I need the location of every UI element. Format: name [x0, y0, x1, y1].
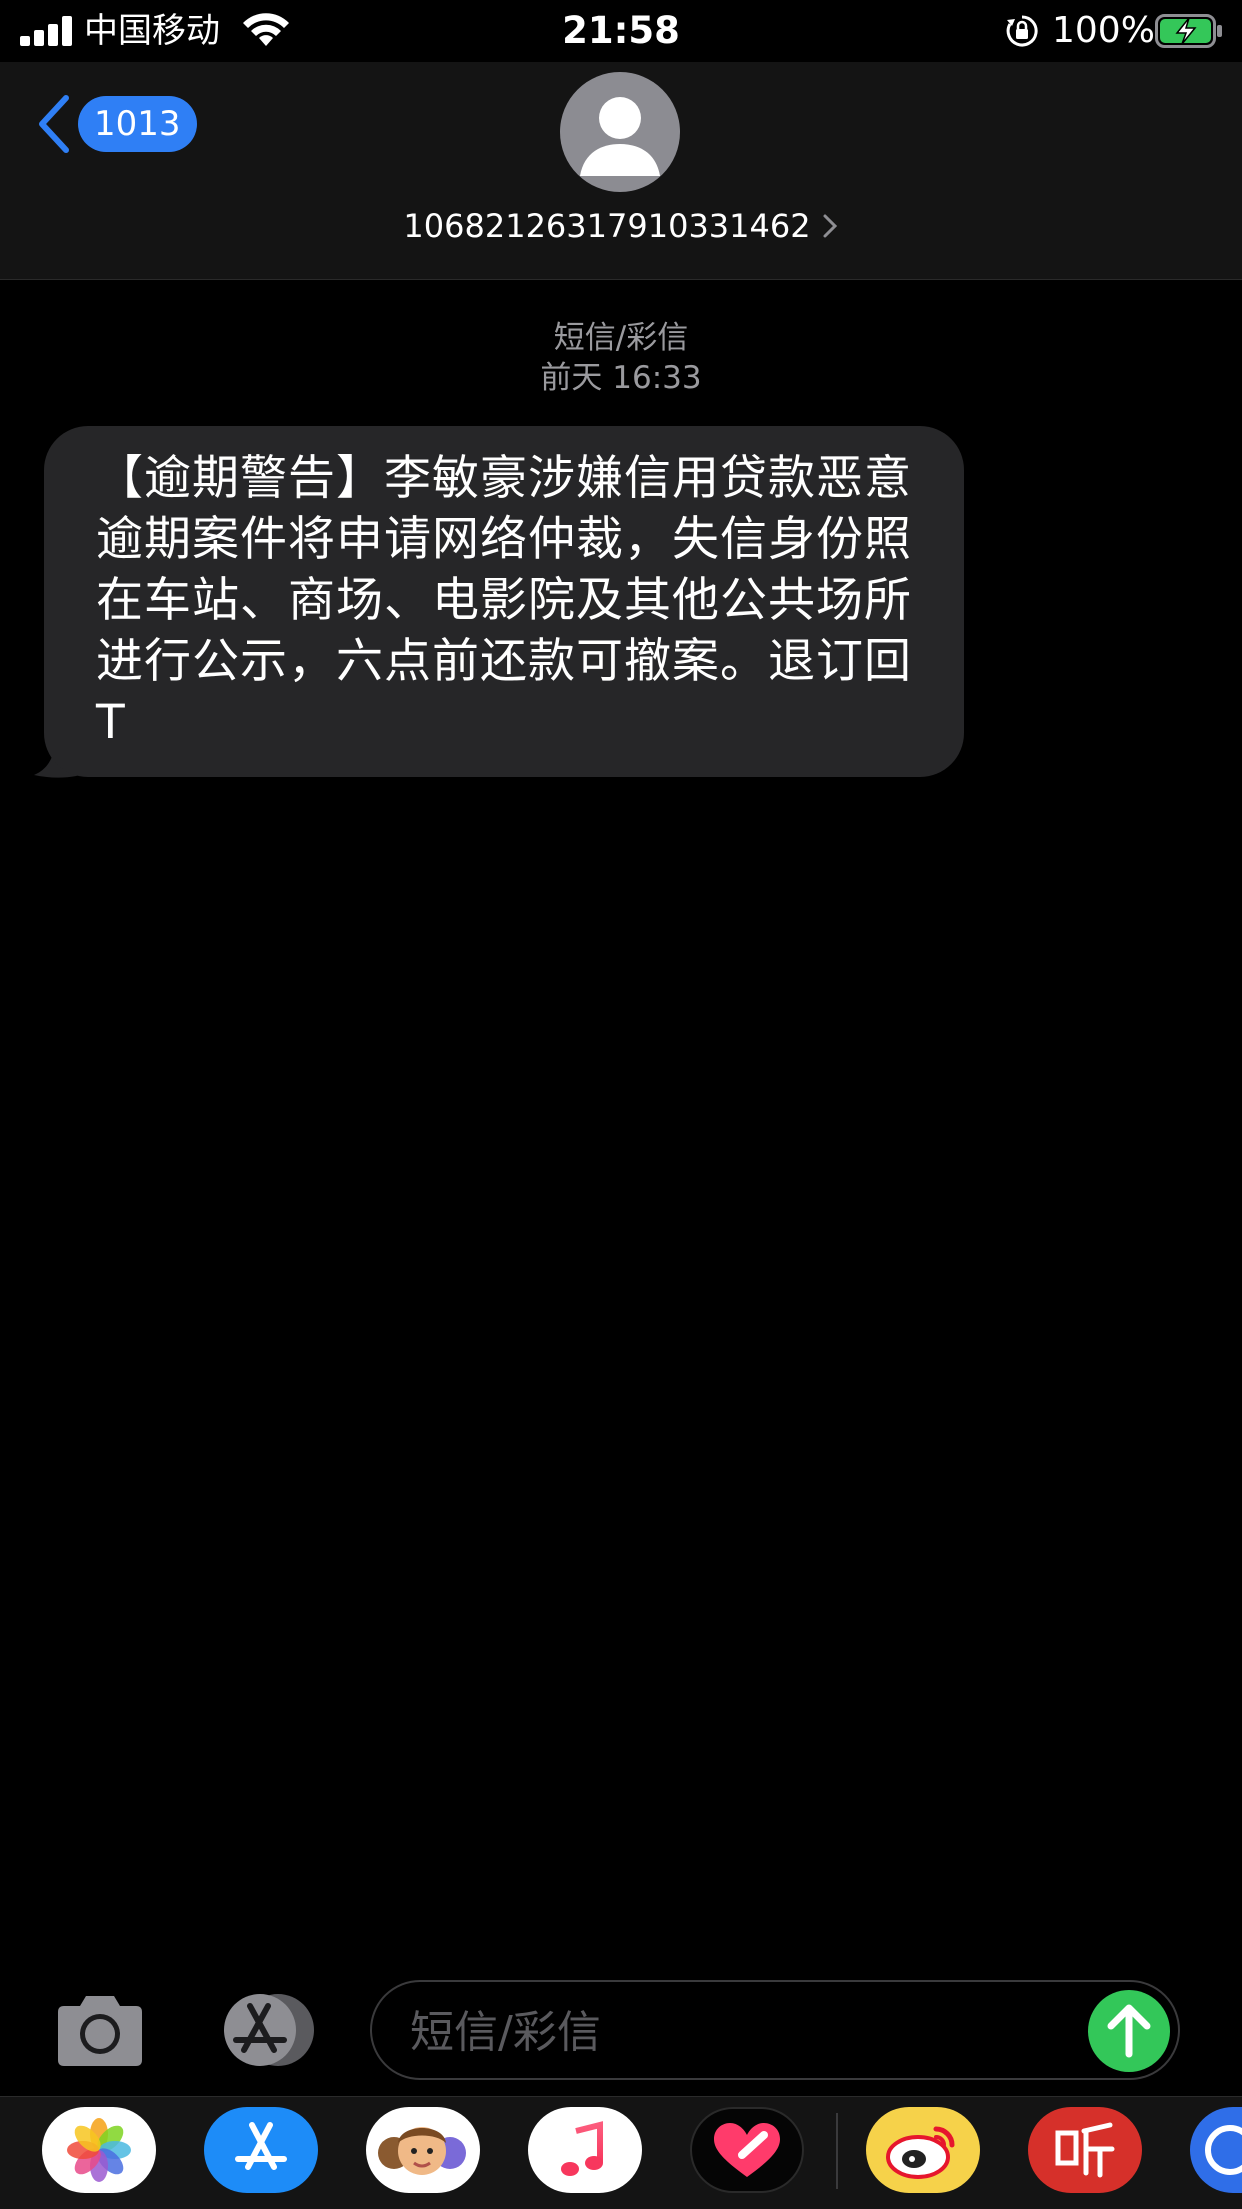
- battery-charging-icon: [1155, 14, 1222, 48]
- message-bubble-incoming[interactable]: 【逾期警告】李敏豪涉嫌信用贷款恶意逾期案件将申请网络仲裁，失信身份照在车站、商场…: [34, 426, 964, 778]
- digital-touch-icon[interactable]: [690, 2107, 804, 2193]
- message-input-field[interactable]: [370, 1980, 1180, 2080]
- app-store-drawer-icon[interactable]: [210, 1992, 318, 2068]
- app-store-icon[interactable]: [204, 2107, 318, 2193]
- music-icon[interactable]: [528, 2107, 642, 2193]
- status-bar: 中国移动 21:58 100%: [0, 0, 1242, 62]
- listen-icon[interactable]: [1028, 2107, 1142, 2193]
- message-text: 【逾期警告】李敏豪涉嫌信用贷款恶意逾期案件将申请网络仲裁，失信身份照在车站、商场…: [44, 426, 964, 777]
- photos-icon[interactable]: [42, 2107, 156, 2193]
- battery-percentage: 100%: [1052, 10, 1155, 51]
- orientation-lock-icon: [1006, 15, 1038, 47]
- back-button[interactable]: 1013: [34, 92, 197, 156]
- message-input[interactable]: [408, 1998, 1032, 2066]
- contact-avatar[interactable]: [560, 72, 680, 192]
- send-button[interactable]: [1088, 1990, 1170, 2072]
- conversation-header: 1013 10682126317910331462: [0, 62, 1242, 280]
- weibo-icon[interactable]: [866, 2107, 980, 2193]
- message-timestamp: 前天 16:33: [540, 360, 702, 396]
- message-type-label: 短信/彩信: [553, 320, 689, 356]
- contact-info-button[interactable]: 10682126317910331462: [0, 204, 1242, 248]
- drawer-divider: [836, 2113, 838, 2189]
- chevron-right-icon: [823, 214, 837, 238]
- memoji-icon[interactable]: [366, 2107, 480, 2193]
- contact-number: 10682126317910331462: [403, 207, 811, 245]
- person-icon: [580, 97, 660, 176]
- arrow-up-icon: [1107, 2004, 1151, 2058]
- partial-app-icon[interactable]: [1190, 2107, 1242, 2193]
- camera-icon[interactable]: [52, 1992, 148, 2068]
- app-drawer: [0, 2096, 1242, 2209]
- unread-count-badge: 1013: [78, 96, 197, 152]
- chevron-left-icon: [39, 95, 69, 153]
